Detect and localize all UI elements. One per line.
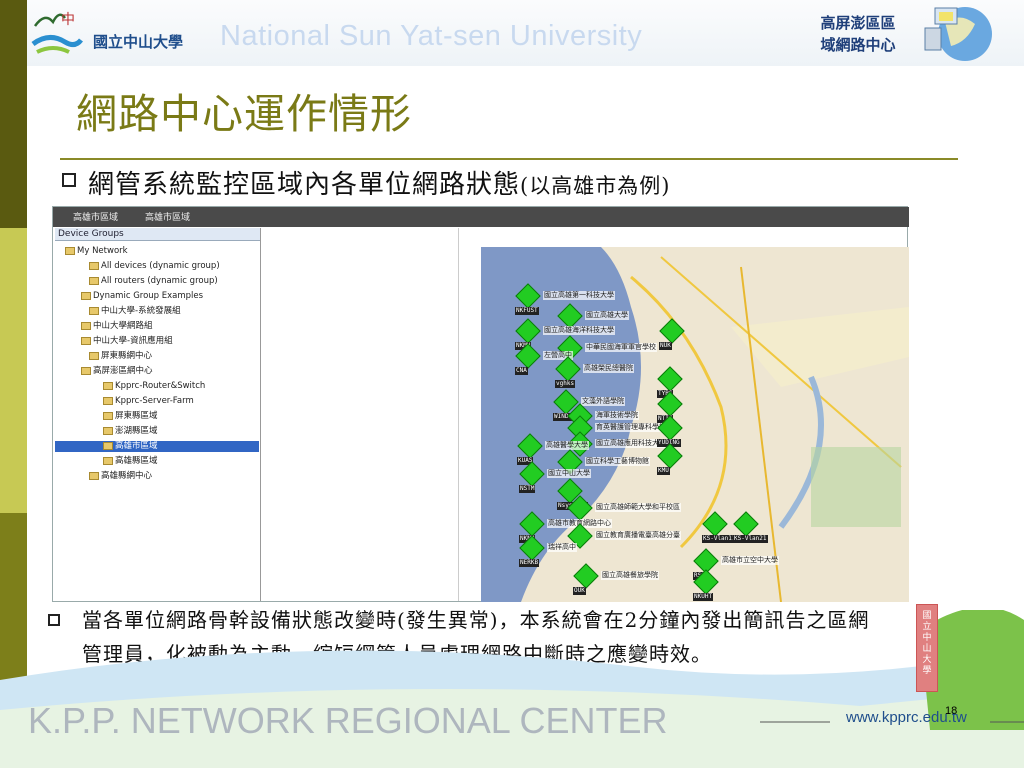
university-name-cn: 國立中山大學 bbox=[93, 33, 184, 51]
folder-icon bbox=[65, 246, 75, 255]
slide-title: 網路中心運作情形 bbox=[76, 90, 412, 138]
tree-item[interactable]: Dynamic Group Examples bbox=[81, 291, 203, 302]
node-label: 國立高雄師範大學和平校區 bbox=[595, 503, 681, 512]
tree-item[interactable]: Kpprc-Server-Farm bbox=[103, 396, 194, 407]
center-name: 高屏澎區區 域網路中心 bbox=[820, 14, 896, 54]
tree-item-label: 高雄縣區域 bbox=[115, 456, 158, 466]
tree-item-label: All routers (dynamic group) bbox=[101, 276, 218, 286]
tree-item-label: 高雄市區域 bbox=[115, 441, 158, 451]
node-tag: vghks bbox=[555, 380, 576, 388]
device-groups-pane: Device Groups My Network All devices (dyn… bbox=[55, 228, 261, 601]
folder-icon bbox=[103, 411, 113, 420]
tree-item-label: 中山大學網路組 bbox=[93, 321, 153, 331]
node-tag: KS-Vlan11 bbox=[702, 535, 737, 543]
university-logo-icon: 中 bbox=[31, 12, 83, 54]
tree-item[interactable]: 高雄市區域 bbox=[55, 441, 259, 452]
folder-icon bbox=[81, 366, 91, 375]
detail-pane bbox=[265, 228, 459, 601]
folder-icon bbox=[81, 321, 91, 330]
folder-icon bbox=[103, 441, 113, 450]
tree-item-label: 高屏澎區網中心 bbox=[93, 366, 153, 376]
node-tag: NKUHT bbox=[693, 593, 714, 601]
tree-item[interactable]: 高雄縣區域 bbox=[103, 456, 158, 467]
node-tag: NSTM bbox=[519, 485, 536, 493]
tree-item[interactable]: 高雄縣網中心 bbox=[89, 471, 152, 482]
node-tag: NUK bbox=[659, 342, 672, 350]
folder-icon bbox=[103, 381, 113, 390]
tree-item[interactable]: 中山大學網路組 bbox=[81, 321, 153, 332]
node-tag: OUK bbox=[573, 587, 586, 595]
node-label: 國立中山大學 bbox=[547, 469, 591, 478]
tree-item[interactable]: 澎湖縣區域 bbox=[103, 426, 158, 437]
tree-item-label: 屏東縣網中心 bbox=[101, 351, 153, 361]
folder-icon bbox=[103, 426, 113, 435]
tree-item[interactable]: 屏東縣網中心 bbox=[89, 351, 152, 362]
tree-item-label: All devices (dynamic group) bbox=[101, 261, 220, 271]
svg-text:中: 中 bbox=[61, 12, 75, 28]
tree-item-label: 高雄縣網中心 bbox=[101, 471, 153, 481]
slide: 中 國立中山大學 National Sun Yat-sen University… bbox=[0, 0, 1024, 768]
tree-item-label: Dynamic Group Examples bbox=[93, 291, 204, 301]
node-label: 瑞祥高中 bbox=[547, 543, 577, 552]
node-tag: KMU bbox=[657, 467, 670, 475]
node-tag: NERKB bbox=[519, 559, 540, 567]
tree-item[interactable]: My Network bbox=[65, 246, 128, 257]
tree-item-label: 屏東縣區域 bbox=[115, 411, 158, 421]
tree-item-label: My Network bbox=[77, 246, 128, 256]
kaohsiung-map: NKFUST 國立高雄第一科技大學 國立高雄大學 NKMU 國立高雄海洋科技大學 NUK 中… bbox=[481, 247, 909, 602]
tower-graphic: 國立中山大學 bbox=[916, 604, 938, 692]
network-globe-icon bbox=[924, 7, 992, 61]
tree-item[interactable]: All devices (dynamic group) bbox=[89, 261, 220, 272]
node-label: 高雄市立空中大學 bbox=[721, 556, 779, 565]
folder-icon bbox=[89, 261, 99, 270]
node-label: 國立高雄海洋科技大學 bbox=[543, 326, 615, 335]
node-tag: KS-Vlan21 bbox=[733, 535, 768, 543]
folder-icon bbox=[103, 456, 113, 465]
folder-icon bbox=[81, 336, 91, 345]
tree-item[interactable]: Kpprc-Router&Switch bbox=[103, 381, 205, 392]
folder-icon bbox=[81, 291, 91, 300]
folder-icon bbox=[89, 306, 99, 315]
bullet-square-icon bbox=[62, 173, 76, 187]
footer-decoration bbox=[0, 610, 1024, 768]
tab-kaohsiung-2[interactable]: 高雄市區域 bbox=[145, 210, 190, 223]
tree-item-label: 中山大學-資訊應用組 bbox=[93, 336, 173, 346]
tree-item-label: 中山大學-系統發展組 bbox=[101, 306, 181, 316]
tree-item[interactable]: All routers (dynamic group) bbox=[89, 276, 218, 287]
node-label: 國立科學工藝博物館 bbox=[585, 457, 650, 466]
tree-item[interactable]: 中山大學-系統發展組 bbox=[89, 306, 181, 317]
screenshot-tab-bar: 高雄市區域 高雄市區域 bbox=[53, 207, 909, 227]
tree-item[interactable]: 屏東縣區域 bbox=[103, 411, 158, 422]
node-label: 國立高雄第一科技大學 bbox=[543, 291, 615, 300]
node-label: 國立高雄餐旅學院 bbox=[601, 571, 659, 580]
footer-center-name: K.P.P. NETWORK REGIONAL CENTER bbox=[28, 700, 668, 741]
node-label: 文藻外語學院 bbox=[581, 397, 625, 406]
node-label: 國立高雄大學 bbox=[585, 311, 629, 320]
tree-item-label: 澎湖縣區域 bbox=[115, 426, 158, 436]
university-name-en: National Sun Yat-sen University bbox=[220, 20, 643, 52]
folder-icon bbox=[89, 276, 99, 285]
node-label: 中華民國海軍軍官學校 bbox=[585, 343, 657, 352]
tree-item[interactable]: 高屏澎區網中心 bbox=[81, 366, 153, 377]
node-tag: NKFUST bbox=[515, 307, 539, 315]
tree-item-label: Kpprc-Server-Farm bbox=[115, 396, 194, 406]
node-label: 國立教育廣播電臺高雄分臺 bbox=[595, 531, 681, 540]
folder-icon bbox=[103, 396, 113, 405]
tree-item[interactable]: 中山大學-資訊應用組 bbox=[81, 336, 173, 347]
subtitle: 網管系統監控區域內各單位網路狀態(以高雄市為例) bbox=[88, 170, 671, 200]
node-label: 海軍技術學院 bbox=[595, 411, 639, 420]
header-bar: 中 國立中山大學 National Sun Yat-sen University… bbox=[27, 0, 1024, 66]
node-label: 高雄醫學大學 bbox=[545, 441, 589, 450]
tree-item-label: Kpprc-Router&Switch bbox=[115, 381, 206, 391]
tab-kaohsiung-1[interactable]: 高雄市區域 bbox=[73, 210, 118, 223]
node-label: 高雄榮民總醫院 bbox=[583, 364, 634, 373]
folder-icon bbox=[89, 351, 99, 360]
device-groups-header: Device Groups bbox=[55, 228, 260, 241]
folder-icon bbox=[89, 471, 99, 480]
page-number: 18 bbox=[945, 705, 958, 717]
title-underline bbox=[60, 158, 958, 160]
map-background bbox=[521, 247, 909, 602]
node-tag: CNA bbox=[515, 367, 528, 375]
network-monitor-screenshot: 高雄市區域 高雄市區域 Device Groups My Network All … bbox=[52, 206, 909, 602]
